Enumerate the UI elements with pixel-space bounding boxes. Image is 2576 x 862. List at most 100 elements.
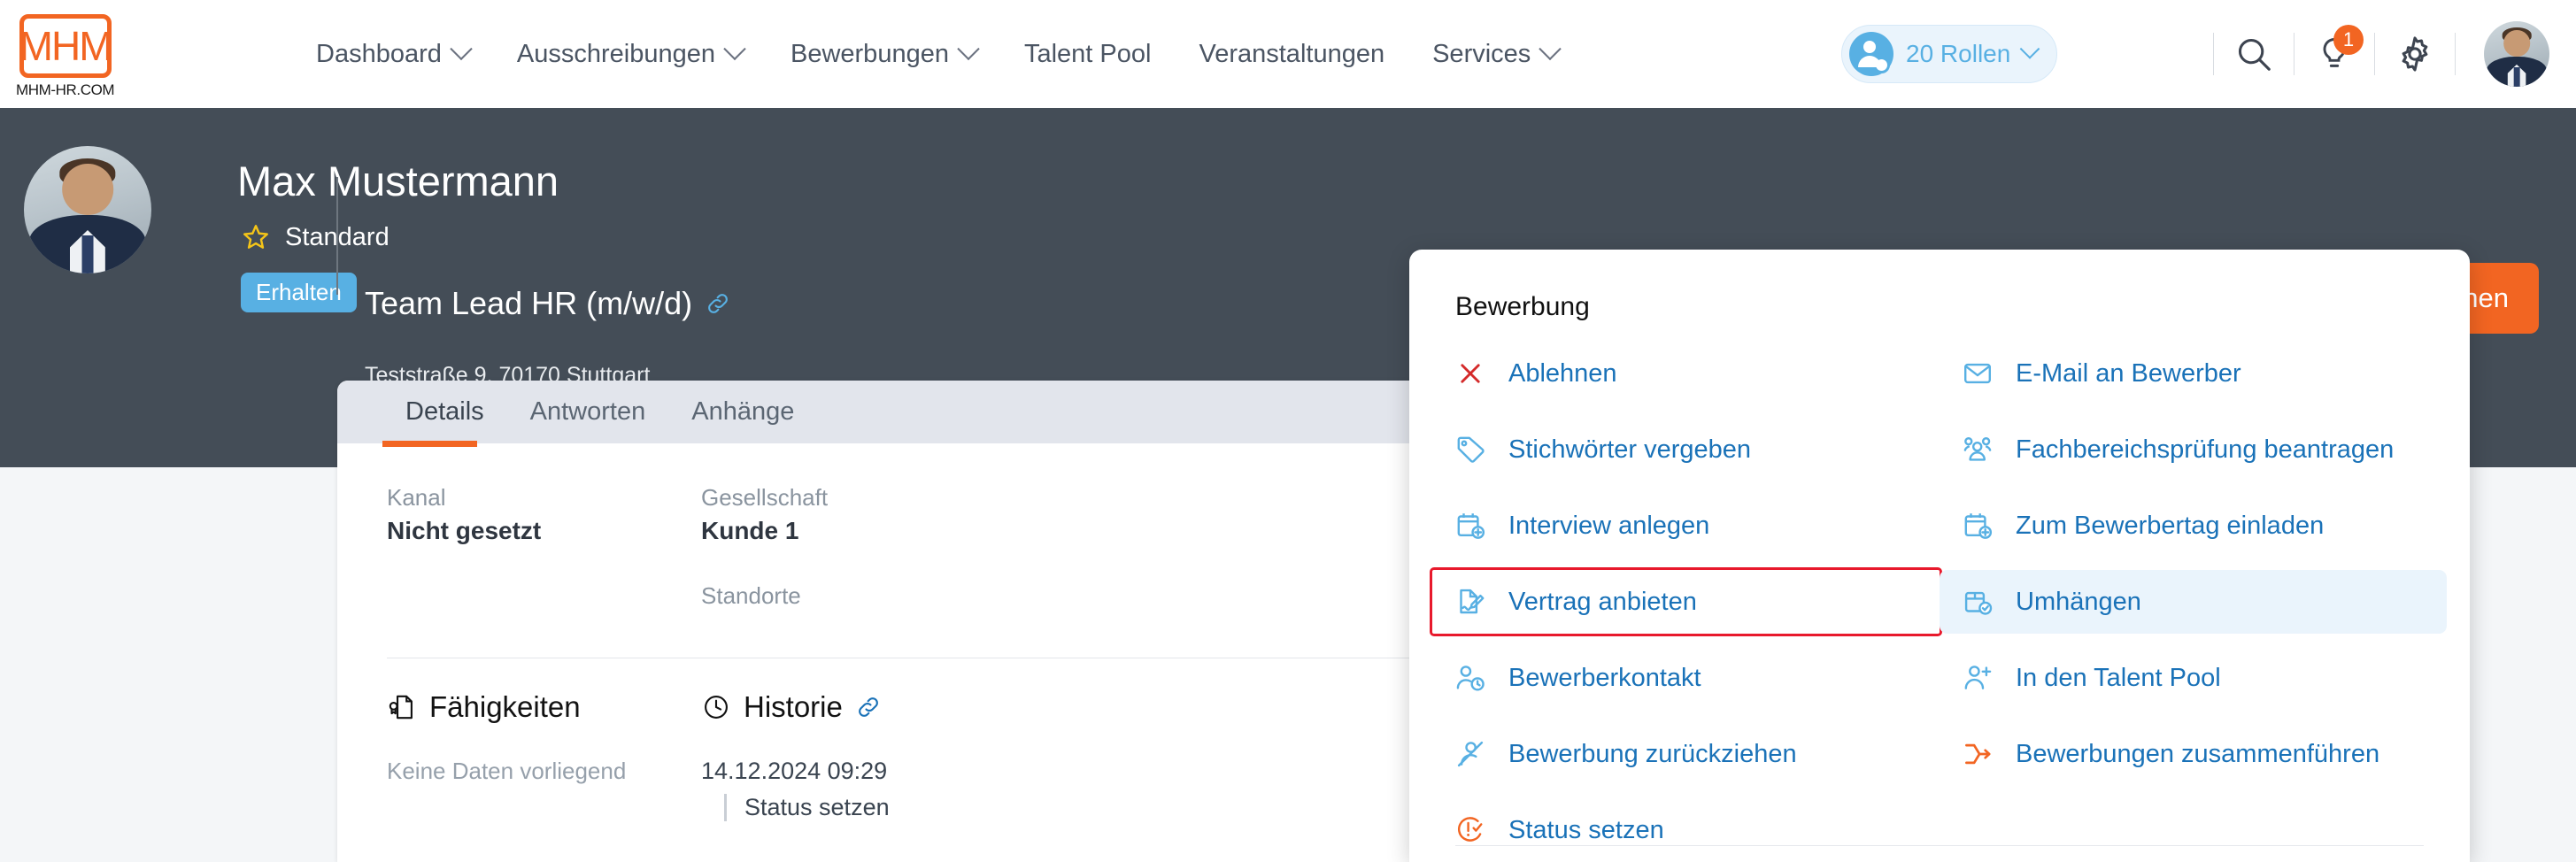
menu-item-label: Vertrag anbieten: [1508, 587, 1697, 616]
menu-item-bewerberkontakt[interactable]: Bewerberkontakt: [1432, 646, 1940, 710]
menu-column-right: E-Mail an Bewerber Fachbereichsprüfung b…: [1940, 342, 2447, 862]
field-value: Nicht gesetzt: [387, 517, 542, 544]
alert-check-icon: [1452, 812, 1489, 849]
nav-item-ausschreibungen[interactable]: Ausschreibungen: [493, 37, 767, 69]
divider: [2213, 33, 2214, 75]
nav-item-label: Bewerbungen: [790, 39, 949, 68]
section-heading: Fähigkeiten: [387, 690, 701, 724]
menu-item-status-setzen[interactable]: Status setzen: [1432, 798, 1940, 862]
notification-badge: 1: [2333, 25, 2364, 55]
calendar-plus-icon: [1452, 507, 1489, 544]
nav-item-dashboard[interactable]: Dashboard: [292, 37, 493, 69]
menu-item-stichwoerter-vergeben[interactable]: Stichwörter vergeben: [1432, 418, 1940, 481]
section-title: Fähigkeiten: [429, 690, 581, 723]
menu-item-label: Bewerberkontakt: [1508, 663, 1701, 692]
divider: [336, 177, 338, 295]
menu-item-label: E-Mail an Bewerber: [2016, 358, 2241, 388]
menu-item-umhaengen[interactable]: Umhängen: [1940, 570, 2447, 634]
candidate-photo[interactable]: [24, 146, 151, 273]
menu-item-label: Status setzen: [1508, 815, 1664, 844]
menu-item-in-den-talent-pool[interactable]: In den Talent Pool: [1940, 646, 2447, 710]
history-timestamp: 14.12.2024 09:29: [701, 758, 888, 784]
close-x-icon: [1452, 355, 1489, 392]
section-heading: Historie: [701, 690, 1161, 724]
field-label: Standorte: [701, 582, 801, 609]
link-icon[interactable]: [855, 694, 882, 720]
field-label: Kanal: [387, 484, 446, 511]
certificate-document-icon: [389, 695, 413, 720]
tab-anhaenge[interactable]: Anhänge: [668, 381, 817, 443]
tab-details[interactable]: Details: [382, 381, 507, 443]
nav-item-label: Ausschreibungen: [516, 39, 715, 68]
candidate-rating[interactable]: Standard: [241, 222, 389, 252]
nav-item-label: Services: [1432, 39, 1531, 68]
divider: [2374, 33, 2375, 75]
field-value: Kunde 1: [701, 517, 799, 544]
empty-state-text: Keine Daten vorliegend: [387, 758, 627, 784]
logo-mark: MHM: [19, 14, 113, 78]
search-icon[interactable]: [2223, 23, 2285, 85]
envelope-icon: [1959, 355, 1996, 392]
nav-item-talent-pool[interactable]: Talent Pool: [1000, 40, 1176, 69]
divider: [2455, 33, 2456, 75]
app-logo[interactable]: MHM MHM-HR.COM: [16, 14, 115, 99]
tab-label: Details: [405, 397, 484, 426]
menu-item-ablehnen[interactable]: Ablehnen: [1432, 342, 1940, 405]
section-title: Historie: [744, 690, 843, 723]
nav-item-veranstaltungen[interactable]: Veranstaltungen: [1175, 40, 1408, 69]
menu-item-vertrag-anbieten[interactable]: Vertrag anbieten: [1430, 567, 1942, 636]
menu-item-label: In den Talent Pool: [2016, 663, 2221, 692]
nav-item-services[interactable]: Services: [1408, 37, 1582, 69]
nav-item-label: Talent Pool: [1023, 39, 1152, 68]
gear-badge-icon: [1873, 57, 1890, 73]
user-slash-icon: [1452, 735, 1489, 773]
menu-heading: Bewerbung: [1455, 292, 1590, 321]
users-group-icon: [1959, 431, 1996, 468]
history-entry: Status setzen: [724, 794, 1161, 821]
chevron-down-icon: [957, 37, 980, 61]
menu-item-bewerbungen-zusammenfuehren[interactable]: Bewerbungen zusammenführen: [1940, 722, 2447, 786]
menu-item-label: Umhängen: [2016, 587, 2141, 616]
tab-antworten[interactable]: Antworten: [507, 381, 669, 443]
menu-columns: Ablehnen Stichwörter vergeben Interview …: [1409, 322, 2470, 862]
user-roles-icon: [1849, 32, 1893, 76]
roles-label: 20 Rollen: [1906, 40, 2011, 67]
field-gesellschaft: Gesellschaft Kunde 1 Standorte: [701, 484, 1161, 615]
avatar-head: [2503, 30, 2530, 57]
menu-item-bewerbung-zurueckziehen[interactable]: Bewerbung zurückziehen: [1432, 722, 1940, 786]
avatar[interactable]: [2484, 21, 2549, 87]
menu-item-zum-bewerbertag-einladen[interactable]: Zum Bewerbertag einladen: [1940, 494, 2447, 558]
menu-item-interview-anlegen[interactable]: Interview anlegen: [1432, 494, 1940, 558]
menu-item-fachbereichspruefung-beantragen[interactable]: Fachbereichsprüfung beantragen: [1940, 418, 2447, 481]
section-history: Historie 14.12.2024 09:29 Status setzen: [701, 690, 1161, 821]
clock-icon: [705, 696, 728, 719]
top-navigation-bar: MHM MHM-HR.COM Dashboard Ausschreibungen…: [0, 0, 2576, 108]
merge-arrow-icon: [1959, 735, 1996, 773]
user-clock-icon: [1452, 659, 1489, 697]
tab-label: Antworten: [529, 397, 646, 426]
field-kanal: Kanal Nicht gesetzt: [387, 484, 701, 615]
menu-item-label: Ablehnen: [1508, 358, 1617, 388]
menu-column-left: Ablehnen Stichwörter vergeben Interview …: [1430, 342, 1942, 862]
link-icon: [708, 294, 728, 313]
page-title: Max Mustermann: [237, 158, 559, 204]
lightbulb-icon[interactable]: 1: [2303, 23, 2365, 85]
nav-item-label: Dashboard: [316, 39, 442, 68]
menu-item-label: Bewerbungen zusammenführen: [2016, 739, 2380, 768]
chevron-down-icon: [450, 37, 473, 61]
box-check-icon: [1959, 583, 1996, 620]
job-title[interactable]: Team Lead HR (m/w/d): [365, 285, 731, 322]
field-label: Gesellschaft: [701, 484, 829, 511]
tab-label: Anhänge: [691, 397, 795, 426]
menu-item-email-an-bewerber[interactable]: E-Mail an Bewerber: [1940, 342, 2447, 405]
star-icon: [243, 225, 268, 249]
menu-item-label: Bewerbung zurückziehen: [1508, 739, 1797, 768]
nav-item-label: Veranstaltungen: [1199, 39, 1385, 68]
gear-icon[interactable]: [2384, 23, 2446, 85]
logo-subtitle: MHM-HR.COM: [16, 81, 115, 98]
actions-dropdown-menu: Bewerbung Ablehnen Stichwörter vergeben …: [1409, 250, 2470, 862]
nav-item-bewerbungen[interactable]: Bewerbungen: [767, 37, 1000, 69]
roles-selector[interactable]: 20 Rollen: [1841, 25, 2058, 83]
section-skills: Fähigkeiten Keine Daten vorliegend: [387, 690, 701, 821]
